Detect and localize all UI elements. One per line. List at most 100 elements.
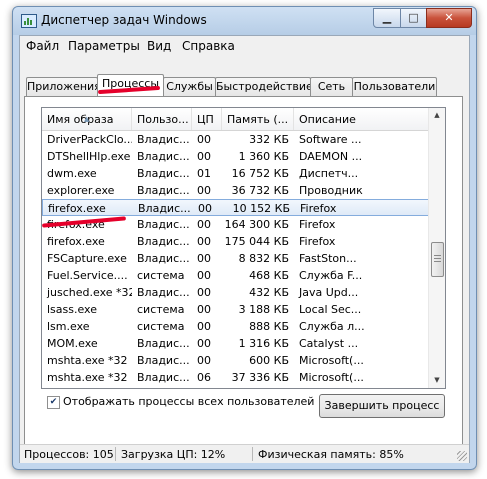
table-row[interactable]: FSCapture.exe Владис... 00 8 832 КБ FastSton… <box>42 250 430 267</box>
menu-view[interactable]: Вид <box>147 39 171 53</box>
table-row[interactable]: MOM.exe Владис... 00 1 316 КБ Catalyst ... <box>42 335 430 352</box>
show-all-processes-checkbox[interactable]: ✔ <box>47 396 60 409</box>
cell-cpu: 06 <box>197 371 211 384</box>
cell-user: Владис... <box>137 252 190 265</box>
column-description[interactable]: Описание <box>294 108 430 130</box>
cell-mem: 1 360 КБ <box>238 150 289 163</box>
status-divider <box>115 447 116 461</box>
cell-name: lsm.exe <box>47 320 90 333</box>
tab-users[interactable]: Пользователи <box>352 77 437 96</box>
cell-cpu: 00 <box>197 133 211 146</box>
cell-desc: Local Sec... <box>299 303 362 316</box>
cell-mem: 8 832 КБ <box>238 252 289 265</box>
cell-mem: 888 КБ <box>249 320 289 333</box>
cell-cpu: 01 <box>197 167 211 180</box>
minimize-button[interactable]: ▁ <box>373 8 401 28</box>
close-button[interactable]: ✕ <box>426 8 472 28</box>
cell-name: Fuel.Service.... <box>47 269 128 282</box>
table-row[interactable]: DTShellHlp.exe Владис... 00 1 360 КБ DAEMON … <box>42 148 430 165</box>
cell-desc: Служба F... <box>299 269 363 282</box>
column-user[interactable]: Пользо... <box>132 108 192 130</box>
menu-help[interactable]: Справка <box>182 39 235 53</box>
cell-cpu: 00 <box>197 184 211 197</box>
scroll-up-icon: ▲ <box>434 111 440 119</box>
cell-name: DriverPackClo... <box>47 133 132 146</box>
cell-mem: 468 КБ <box>249 269 289 282</box>
cell-cpu: 00 <box>197 269 211 282</box>
cell-user: Владис... <box>137 218 190 231</box>
scroll-down-button[interactable]: ▼ <box>430 373 444 388</box>
cell-name: explorer.exe <box>47 184 115 197</box>
list-header: ▲ Имя образа Пользо... ЦП Память (... Оп… <box>42 108 430 131</box>
processes-panel: ▲ Имя образа Пользо... ЦП Память (... Оп… <box>24 96 463 450</box>
cell-cpu: 00 <box>198 202 212 215</box>
table-row[interactable]: explorer.exe Владис... 00 36 732 КБ Проводни… <box>42 182 430 199</box>
table-row[interactable]: firefox.exe Владис... 00 175 044 КБ Firefox <box>42 233 430 250</box>
cell-user: Владис... <box>137 371 190 384</box>
status-memory: Физическая память: 85% <box>258 448 404 461</box>
table-row[interactable]: jusched.exe *32 Владис... 00 432 КБ Java Upd… <box>42 284 430 301</box>
tab-services[interactable]: Службы <box>163 77 216 96</box>
maximize-button[interactable]: □ <box>400 8 427 28</box>
table-row[interactable]: firefox.exe Владис... 00 10 152 КБ Firefox <box>42 199 430 216</box>
menu-bar: Файл Параметры Вид Справка <box>20 36 469 56</box>
cell-desc: Software ... <box>299 133 362 146</box>
table-row[interactable]: Fuel.Service.... система 00 468 КБ Служба F.… <box>42 267 430 284</box>
column-image-name-label: Имя образа <box>47 113 114 126</box>
status-cpu: Загрузка ЦП: 12% <box>121 448 226 461</box>
scroll-thumb[interactable] <box>431 242 444 277</box>
cell-mem: 3 188 КБ <box>238 303 289 316</box>
status-processes: Процессов: 105 <box>24 448 114 461</box>
cell-cpu: 00 <box>197 354 211 367</box>
tab-network[interactable]: Сеть <box>310 77 353 96</box>
column-image-name[interactable]: ▲ Имя образа <box>42 108 132 130</box>
tab-applications[interactable]: Приложения <box>26 77 98 96</box>
cell-user: Владис... <box>137 184 190 197</box>
table-row[interactable]: dwm.exe Владис... 01 16 752 КБ Диспетч... <box>42 165 430 182</box>
status-divider <box>252 447 253 461</box>
task-manager-window: Диспетчер задач Windows ▁ □ ✕ Файл Парам… <box>12 6 477 470</box>
menu-file[interactable]: Файл <box>26 39 59 53</box>
resize-grip-icon[interactable] <box>457 451 467 461</box>
cell-cpu: 00 <box>197 303 211 316</box>
table-row[interactable]: mshta.exe *32 Владис... 00 600 КБ Microsoft(… <box>42 352 430 369</box>
cell-cpu: 00 <box>197 320 211 333</box>
title-bar[interactable]: Диспетчер задач Windows ▁ □ ✕ <box>13 7 476 35</box>
tab-performance[interactable]: Быстродействие <box>215 77 311 96</box>
cell-name: mshta.exe *32 <box>47 371 128 384</box>
cell-mem: 600 КБ <box>249 354 289 367</box>
cell-user: Владис... <box>137 354 190 367</box>
cell-desc: Microsoft(... <box>299 354 364 367</box>
cell-mem: 16 752 КБ <box>231 167 289 180</box>
menu-options[interactable]: Параметры <box>68 39 140 53</box>
table-row[interactable]: lsass.exe система 00 3 188 КБ Local Sec... <box>42 301 430 318</box>
checkmark-icon: ✔ <box>49 397 58 407</box>
table-row[interactable]: mshta.exe *32 Владис... 06 37 336 КБ Microso… <box>42 369 430 386</box>
cell-name: dwm.exe <box>47 167 97 180</box>
cell-name: FSCapture.exe <box>47 252 127 265</box>
table-row[interactable]: lsm.exe система 00 888 КБ Служба л... <box>42 318 430 335</box>
cell-mem: 164 300 КБ <box>224 218 289 231</box>
scroll-up-button[interactable]: ▲ <box>430 108 444 123</box>
task-manager-app-icon <box>21 14 37 28</box>
process-list[interactable]: ▲ Имя образа Пользо... ЦП Память (... Оп… <box>41 107 446 389</box>
cell-user: Владис... <box>137 133 190 146</box>
table-row[interactable]: DriverPackClo... Владис... 00 332 КБ Softwar… <box>42 131 430 148</box>
vertical-scrollbar[interactable]: ▲ ▼ <box>428 108 445 388</box>
cell-user: Владис... <box>137 337 190 350</box>
cell-desc: Диспетч... <box>299 167 359 180</box>
minimize-icon: ▁ <box>382 11 392 24</box>
cell-name: lsass.exe <box>47 303 97 316</box>
cell-user: Владис... <box>138 202 191 215</box>
column-memory[interactable]: Память (... <box>222 108 294 130</box>
cell-cpu: 00 <box>197 150 211 163</box>
client-area: Файл Параметры Вид Справка Приложения Пр… <box>19 35 470 463</box>
cell-mem: 36 732 КБ <box>231 184 289 197</box>
cell-cpu: 00 <box>197 235 211 248</box>
window-title: Диспетчер задач Windows <box>41 13 207 27</box>
cell-user: Владис... <box>137 167 190 180</box>
column-cpu[interactable]: ЦП <box>192 108 222 130</box>
cell-name: DTShellHlp.exe <box>47 150 131 163</box>
end-process-button[interactable]: Завершить процесс <box>319 394 445 418</box>
status-bar: Процессов: 105 Загрузка ЦП: 12% Физическ… <box>20 444 469 463</box>
